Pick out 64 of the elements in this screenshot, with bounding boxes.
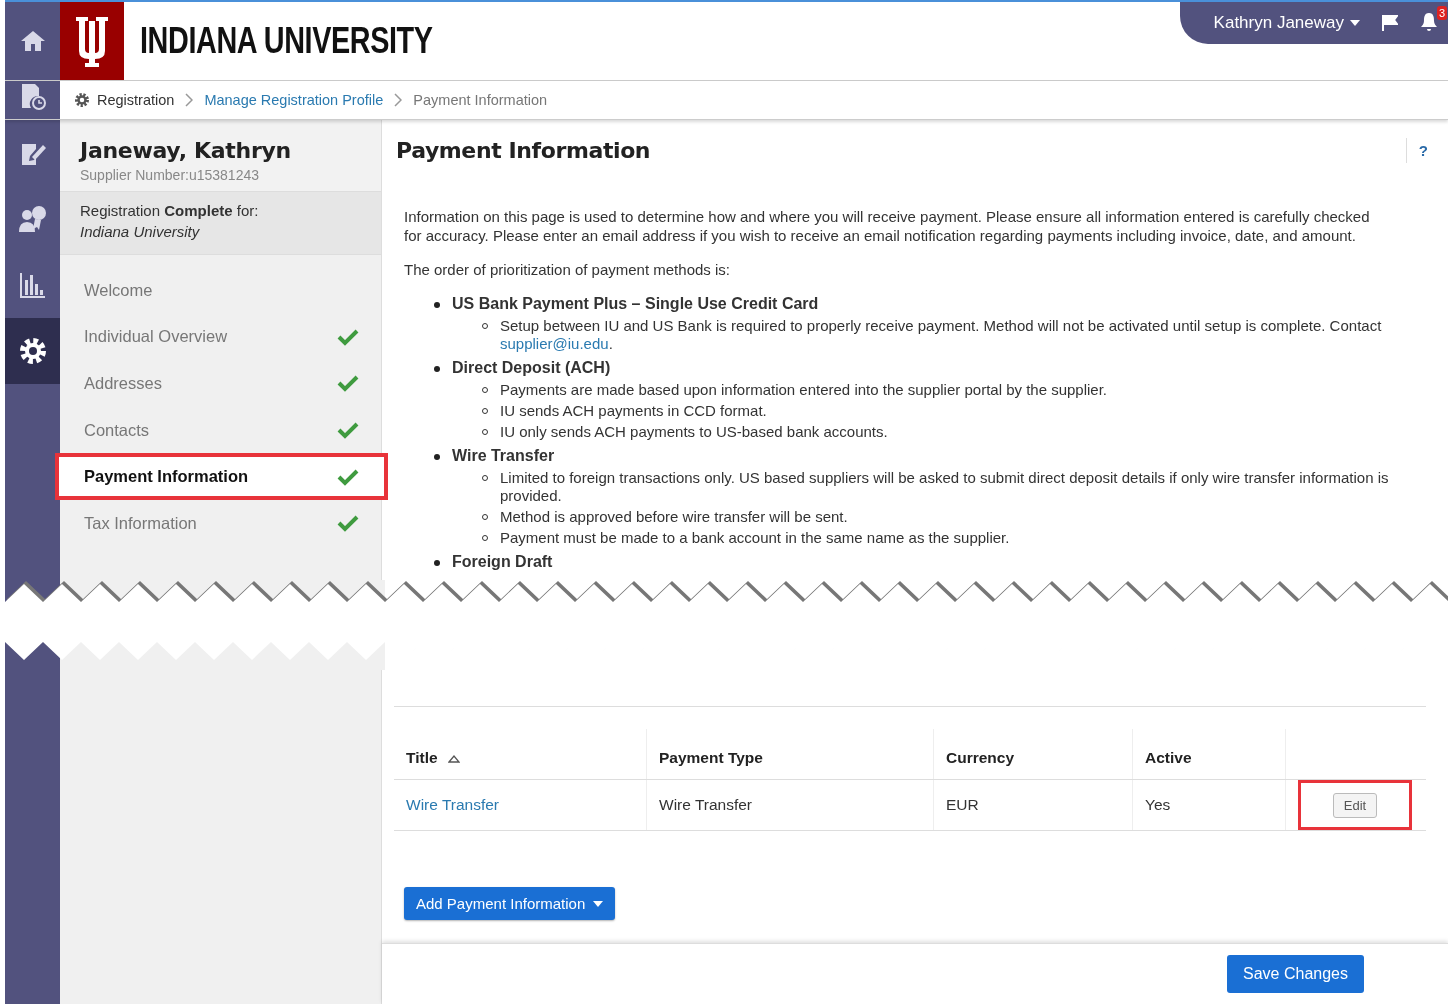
method-name: Wire Transfer (452, 446, 556, 466)
notification-badge: 3 (1437, 6, 1448, 20)
nav-item[interactable]: Addresses (60, 360, 381, 407)
nav-item[interactable]: Tax Information (60, 499, 381, 547)
university-title: INDIANA UNIVERSITY (140, 20, 433, 62)
person-award-icon (17, 204, 48, 234)
page-title: Payment Information (396, 138, 651, 163)
bullet-icon (434, 454, 440, 460)
sort-up-icon (447, 755, 460, 763)
method-detail: Payments are made based upon information entered into the supplier portal by the supplier. (500, 381, 1108, 399)
bell-icon[interactable] (1420, 12, 1438, 32)
help-link[interactable]: ? (1405, 138, 1434, 163)
bullet-icon (434, 302, 440, 308)
column-header[interactable]: Active (1132, 729, 1286, 780)
method-name: Direct Deposit (ACH) (452, 358, 612, 378)
bullet-icon (434, 560, 440, 566)
breadcrumb-current: Payment Information (413, 92, 548, 108)
supplier-number: Supplier Number:u15381243 (80, 167, 260, 183)
method-detail: IU only sends ACH payments to US-based bank accounts. (500, 423, 888, 441)
home-icon (19, 29, 46, 53)
order-label: The order of prioritization of payment methods is: (404, 261, 731, 278)
checkmark-icon (337, 327, 359, 346)
bar-chart-icon (19, 272, 46, 298)
column-header[interactable]: Payment Type (646, 729, 934, 780)
table-cell: EUR (933, 779, 1133, 831)
checkmark-icon (337, 421, 359, 440)
column-header[interactable]: Currency (933, 729, 1133, 780)
caret-icon (1350, 20, 1360, 26)
nav-item[interactable]: Welcome (60, 267, 381, 314)
nav-item[interactable]: Contacts (60, 406, 381, 454)
checkmark-icon (337, 514, 359, 533)
method-detail: Setup between IU and US Bank is required to properly receive payment. Method will not be activated until setup is complete. Contact supplier@iu.edu. (500, 317, 1383, 353)
settings-icon (74, 92, 90, 108)
email-link[interactable]: supplier@iu.edu (500, 335, 609, 352)
intro-paragraph: Information on this page is used to determine how and where you will receive payment. Please ensure all information entered is carefully checked for accuracy. Please enter an email address if you wish to receive an email notification regarding payments including invoice, date, and amount. (404, 207, 1371, 245)
organization-name: Indiana University (80, 223, 201, 240)
nav-item[interactable]: Individual Overview (60, 313, 381, 361)
registration-status: Registration Complete for: (80, 202, 260, 219)
nav-item[interactable]: Payment Information (55, 453, 388, 500)
save-button[interactable]: Save Changes (1227, 955, 1364, 993)
caret-icon (593, 900, 604, 907)
chevron-icon (185, 93, 194, 107)
checkmark-icon (337, 467, 359, 486)
method-detail: Payment must be made to a bank account in the same name as the supplier. (500, 529, 1010, 547)
bullet-icon (434, 366, 440, 372)
title-link[interactable]: Wire Transfer (406, 796, 499, 813)
breadcrumb-link[interactable]: Manage Registration Profile (204, 92, 384, 108)
method-name: Foreign Draft (452, 552, 553, 572)
add-payment-button[interactable]: Add Payment Information (404, 887, 616, 920)
checkmark-icon (337, 374, 359, 393)
method-detail: Method is approved before wire transfer will be sent. (500, 508, 848, 526)
table-cell: Yes (1132, 779, 1286, 831)
method-detail: IU sends ACH payments in CCD format. (500, 402, 767, 420)
breadcrumb-link[interactable]: Registration (97, 92, 175, 108)
user-menu-button[interactable]: Kathryn Janeway (1213, 13, 1360, 33)
table-cell: Wire Transfer (646, 779, 934, 831)
edit-button[interactable]: Edit (1332, 792, 1378, 818)
column-header[interactable]: Title (394, 729, 647, 780)
settings-icon (17, 336, 48, 366)
flag-icon[interactable] (1382, 14, 1398, 32)
supplier-name: Janeway, Kathryn (80, 138, 292, 163)
method-name: US Bank Payment Plus – Single Use Credit Card (452, 294, 820, 314)
method-detail: Limited to foreign transactions only. US based suppliers will be asked to submit direct deposit details if only wire transfer information is provided. (500, 469, 1390, 505)
chevron-icon (394, 93, 403, 107)
